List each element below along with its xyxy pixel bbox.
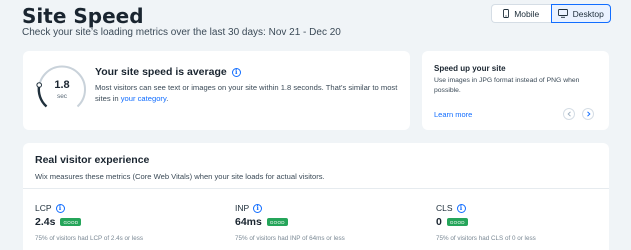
tip-next-button[interactable] bbox=[582, 108, 594, 120]
metric-description: 75% of visitors had LCP of 2.4s or less bbox=[35, 235, 144, 242]
mobile-icon bbox=[503, 9, 510, 18]
desktop-icon bbox=[557, 9, 568, 18]
metric-inp: INP i 64ms GOOD 75% of visitors had INP … bbox=[235, 203, 405, 242]
page-subtitle: Check your site’s loading metrics over t… bbox=[22, 27, 341, 38]
desktop-label: Desktop bbox=[572, 8, 604, 19]
speed-summary-card: 1.8 sec Your site speed is average i Mos… bbox=[23, 51, 410, 130]
metric-value-row: 64ms GOOD bbox=[235, 216, 405, 228]
learn-more-link[interactable]: Learn more bbox=[434, 110, 472, 119]
metric-name-row: INP i bbox=[235, 203, 405, 213]
tip-heading: Speed up your site bbox=[434, 64, 506, 73]
category-link[interactable]: your category bbox=[121, 94, 166, 103]
metric-lcp: LCP i 2.4s GOOD 75% of visitors had LCP … bbox=[35, 203, 205, 242]
metric-name-row: LCP i bbox=[35, 203, 205, 213]
metric-description: 75% of visitors had INP of 64ms or less bbox=[235, 235, 345, 242]
device-toggle: Mobile Desktop bbox=[491, 4, 611, 23]
chevron-left-icon bbox=[566, 111, 571, 117]
metric-value: 2.4s bbox=[35, 216, 56, 228]
visitor-experience-card: Real visitor experience Wix measures the… bbox=[23, 143, 609, 250]
tip-body: Use images in JPG format instead of PNG … bbox=[434, 77, 580, 94]
chevron-right-icon bbox=[586, 111, 591, 117]
speed-heading: Your site speed is average i bbox=[95, 66, 241, 78]
mobile-toggle-button[interactable]: Mobile bbox=[491, 4, 551, 23]
info-icon[interactable]: i bbox=[456, 203, 466, 213]
experience-heading: Real visitor experience bbox=[35, 154, 150, 166]
info-icon[interactable]: i bbox=[55, 203, 65, 213]
page-title: Site Speed bbox=[22, 4, 144, 28]
tip-card: Speed up your site Use images in JPG for… bbox=[422, 51, 609, 130]
speed-body-end: . bbox=[166, 94, 169, 103]
speed-gauge: 1.8 sec bbox=[36, 63, 88, 115]
metric-name: CLS bbox=[436, 203, 453, 213]
speed-body: Most visitors can see text or images on … bbox=[95, 82, 400, 104]
gauge-unit: sec bbox=[56, 93, 68, 100]
experience-subtitle: Wix measures these metrics (Core Web Vit… bbox=[35, 172, 325, 181]
metric-name: INP bbox=[235, 203, 250, 213]
metric-name-row: CLS i bbox=[436, 203, 606, 213]
metric-value-row: 0 GOOD bbox=[436, 216, 606, 228]
gauge-value: 1.8 bbox=[54, 79, 70, 91]
status-badge: GOOD bbox=[60, 218, 82, 226]
info-icon[interactable]: i bbox=[253, 203, 263, 213]
metric-cls: CLS i 0 GOOD 75% of visitors had CLS of … bbox=[436, 203, 606, 242]
metric-name: LCP bbox=[35, 203, 52, 213]
metric-value: 0 bbox=[436, 216, 442, 228]
tip-prev-button[interactable] bbox=[563, 108, 575, 120]
info-icon[interactable]: i bbox=[231, 67, 241, 77]
metric-description: 75% of visitors had CLS of 0 or less bbox=[436, 235, 536, 242]
desktop-toggle-button[interactable]: Desktop bbox=[550, 4, 611, 23]
mobile-label: Mobile bbox=[514, 8, 540, 19]
metric-value: 64ms bbox=[235, 216, 262, 228]
metric-value-row: 2.4s GOOD bbox=[35, 216, 205, 228]
status-badge: GOOD bbox=[446, 218, 468, 226]
status-badge: GOOD bbox=[266, 218, 288, 226]
divider bbox=[23, 188, 609, 189]
speed-heading-text: Your site speed is average bbox=[95, 66, 227, 78]
